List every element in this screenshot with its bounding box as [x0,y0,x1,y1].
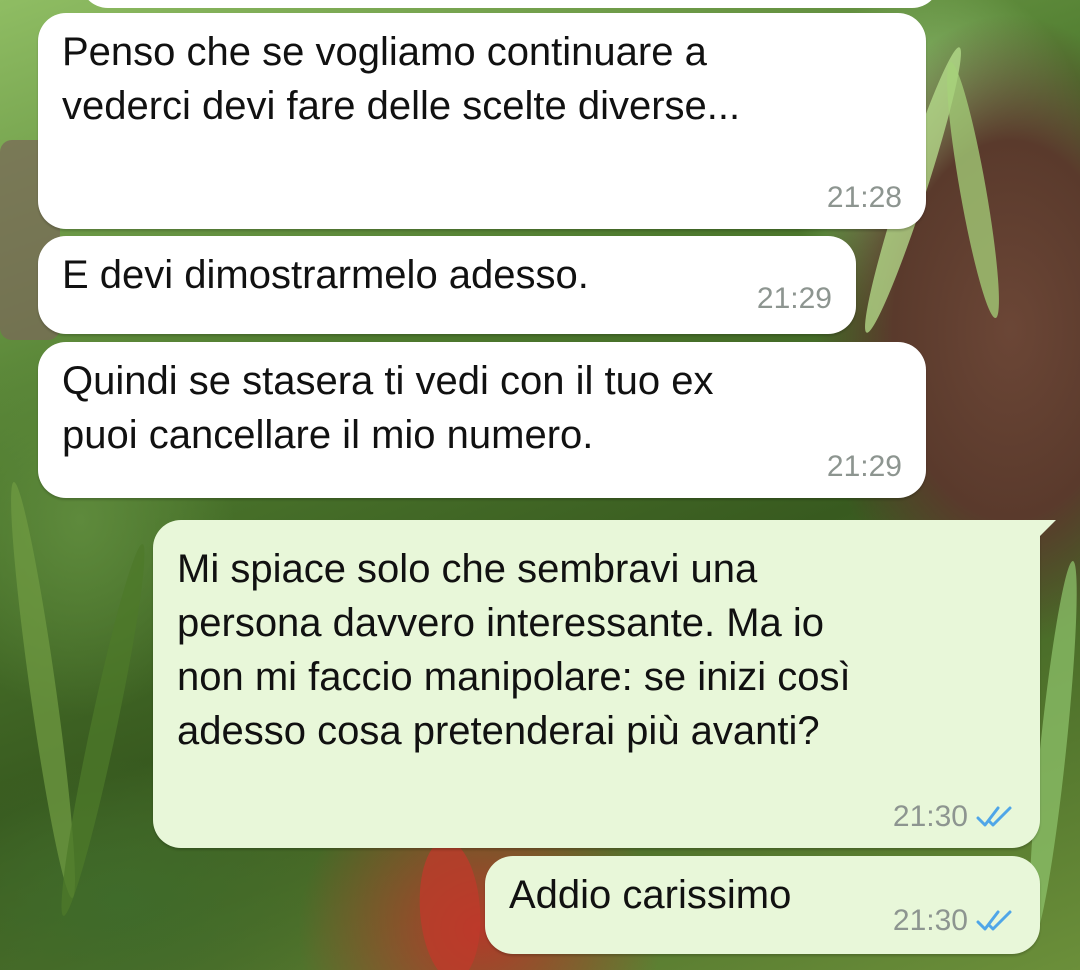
message-text: E devi dimostrarmelo adesso. [62,253,589,297]
previous-message-edge [80,0,940,8]
wallpaper-leaf [50,541,156,919]
message-time: 21:30 [892,904,968,937]
incoming-message[interactable]: E devi dimostrarmelo adesso. 21:29 [38,236,856,334]
incoming-message[interactable]: Quindi se stasera ti vedi con il tuo ex … [38,342,926,498]
message-time: 21:30 [892,800,968,833]
wallpaper-leaf [415,838,485,970]
message-meta: 21:29 [827,450,902,484]
message-text: Mi spiace solo che sembravi una persona … [177,547,851,753]
message-text: Penso che se vogliamo continuare a veder… [62,30,741,128]
outgoing-message[interactable]: Mi spiace solo che sembravi una persona … [153,520,1056,848]
message-meta: 21:28 [827,181,902,215]
message-meta: 21:29 [757,282,832,316]
bubble-tail [1034,520,1056,542]
message-meta: 21:30 [893,800,1016,834]
message-meta: 21:30 [893,904,1016,938]
double-check-icon [976,910,1012,931]
message-time: 21:28 [826,181,902,214]
message-text: Addio carissimo [509,873,792,917]
message-time: 21:29 [756,282,832,315]
outgoing-message[interactable]: Addio carissimo 21:30 [485,856,1040,954]
message-time: 21:29 [826,450,902,483]
incoming-message[interactable]: Penso che se vogliamo continuare a veder… [38,13,926,229]
wallpaper-leaf [937,59,1009,321]
message-text: Quindi se stasera ti vedi con il tuo ex … [62,359,714,457]
double-check-icon [976,806,1012,827]
